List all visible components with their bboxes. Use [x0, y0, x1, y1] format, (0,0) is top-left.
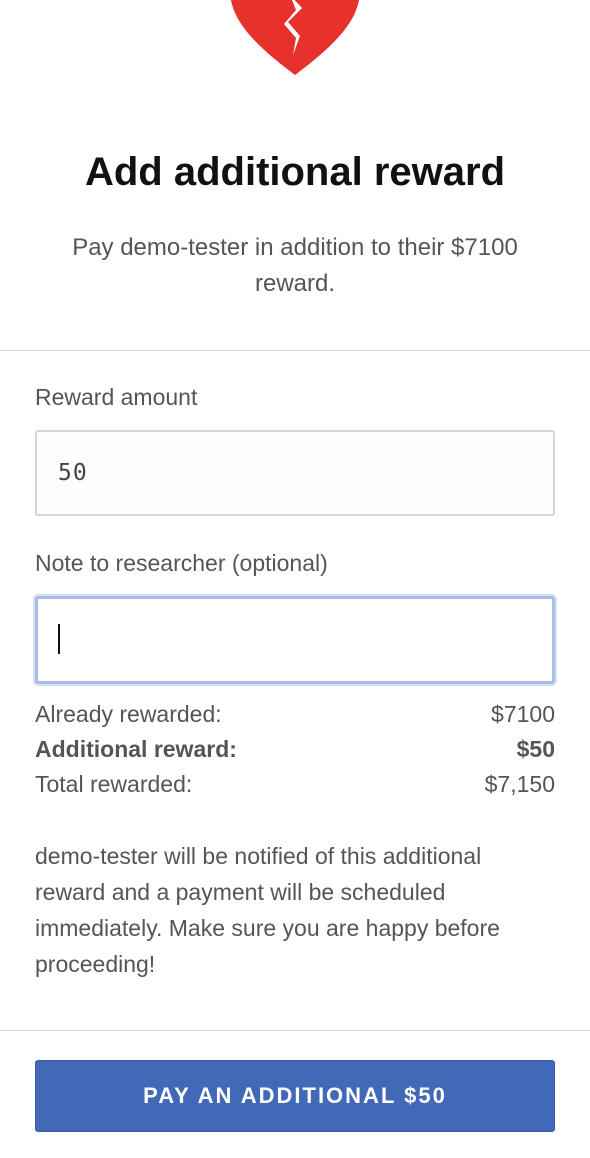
- reward-amount-label: Reward amount: [35, 384, 198, 410]
- note-input[interactable]: [35, 596, 555, 684]
- already-rewarded-value: $7100: [491, 700, 555, 727]
- payment-notice: demo-tester will be notified of this add…: [35, 843, 500, 977]
- total-rewarded-value: $7,150: [484, 770, 555, 797]
- already-rewarded-row: Already rewarded: $7100: [35, 697, 555, 731]
- additional-reward-value: $50: [516, 735, 555, 762]
- already-rewarded-label: Already rewarded:: [35, 700, 222, 727]
- note-label: Note to researcher (optional): [35, 550, 328, 576]
- additional-reward-row: Additional reward: $50: [35, 732, 555, 766]
- reward-amount-input[interactable]: [35, 430, 555, 516]
- dialog-subtitle: Pay demo-tester in addition to their $71…: [72, 234, 518, 297]
- top-divider: [0, 350, 590, 351]
- total-rewarded-label: Total rewarded:: [35, 770, 193, 797]
- total-rewarded-row: Total rewarded: $7,150: [35, 767, 555, 801]
- dialog-title: Add additional reward: [84, 150, 506, 194]
- additional-reward-label: Additional reward:: [35, 735, 237, 762]
- bottom-divider: [0, 1030, 590, 1031]
- text-caret: [58, 624, 60, 654]
- pay-additional-button[interactable]: PAY AN ADDITIONAL $50: [35, 1060, 555, 1132]
- broken-heart-icon: [230, 0, 360, 80]
